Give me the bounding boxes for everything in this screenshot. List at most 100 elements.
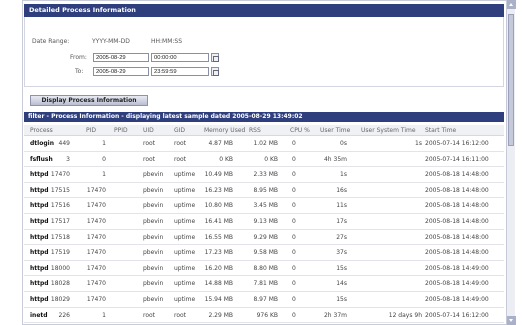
cell-user-time: 15s xyxy=(336,295,347,303)
table-row[interactable]: httpd 17515 17470 pbevin uptime 16.23 MB 8.95 … xyxy=(24,183,504,199)
cell-ppid: 17470 xyxy=(86,186,106,194)
cell-gid: uptime xyxy=(174,295,196,303)
col-start-time[interactable]: Start Time xyxy=(425,125,456,136)
col-gid[interactable]: GID xyxy=(174,125,185,136)
table-row[interactable]: httpd 17518 17470 pbevin uptime 16.55 MB 9.29 … xyxy=(24,230,504,246)
cell-gid: uptime xyxy=(174,217,196,225)
table-row[interactable]: httpd 17516 17470 pbevin uptime 10.80 MB 3.45 … xyxy=(24,198,504,214)
cell-uid: pbevin xyxy=(143,233,164,241)
cell-ppid: 17470 xyxy=(86,295,106,303)
cell-user-system-time: 12 days 9h xyxy=(388,311,422,319)
cell-gid: uptime xyxy=(174,171,196,179)
cell-uid: pbevin xyxy=(143,186,164,194)
cell-memory-used: 10.49 MB xyxy=(204,171,233,179)
cell-rss: 9.29 MB xyxy=(253,233,278,241)
cell-start-time: 2005-08-18 14:49:00 xyxy=(425,280,489,288)
col-uid[interactable]: UID xyxy=(143,125,154,136)
cell-process: httpd xyxy=(30,202,49,210)
cell-start-time: 2005-07-14 16:12:00 xyxy=(425,311,489,319)
cell-rss: 7.81 MB xyxy=(253,280,278,288)
panel-title: Detailed Process Information xyxy=(24,4,504,17)
cell-start-time: 2005-08-18 14:48:00 xyxy=(425,171,489,179)
time-format-hint: HH:MM:SS xyxy=(151,38,183,45)
cell-memory-used: 15.94 MB xyxy=(204,295,233,303)
cell-uid: pbevin xyxy=(143,264,164,272)
cell-memory-used: 17.23 MB xyxy=(204,249,233,257)
col-ppid[interactable]: PPID xyxy=(114,125,128,136)
cell-cpu: 0 xyxy=(292,186,296,194)
cell-process: httpd xyxy=(30,249,49,257)
cell-uid: root xyxy=(143,140,156,147)
cell-ppid: 1 xyxy=(102,171,106,179)
cell-memory-used: 16.23 MB xyxy=(204,186,233,194)
to-date-input[interactable] xyxy=(93,67,149,76)
cell-process: httpd xyxy=(30,280,49,288)
from-date-input[interactable] xyxy=(93,53,149,62)
from-time-input[interactable] xyxy=(151,53,209,62)
cell-user-time: 27s xyxy=(336,233,347,241)
cell-start-time: 2005-08-18 14:48:00 xyxy=(425,186,489,194)
cell-cpu: 0 xyxy=(292,202,296,210)
cell-cpu: 0 xyxy=(292,280,296,288)
cell-pid: 17517 xyxy=(50,217,70,225)
from-calendar-icon[interactable] xyxy=(211,53,219,62)
cell-ppid: 17470 xyxy=(86,202,106,210)
date-format-hint: YYYY-MM-DD xyxy=(92,38,130,45)
cell-ppid: 17470 xyxy=(86,233,106,241)
cell-uid: root xyxy=(143,155,156,163)
table-row[interactable]: httpd 17470 1 pbevin uptime 10.49 MB 2.33 MB 0 1… xyxy=(24,167,504,183)
cell-rss: 8.95 MB xyxy=(253,186,278,194)
date-range-section: Date Range: YYYY-MM-DD HH:MM:SS From: To… xyxy=(24,17,504,87)
vertical-scrollbar[interactable] xyxy=(506,0,516,325)
col-user-time[interactable]: User Time xyxy=(320,125,350,136)
cell-cpu: 0 xyxy=(292,140,296,147)
cell-rss: 8.97 MB xyxy=(253,295,278,303)
table-row[interactable]: inetd 226 1 root root 2.29 MB 976 KB 0 2h 37m 12 … xyxy=(24,308,504,324)
col-memory-used[interactable]: Memory Used xyxy=(204,125,245,136)
cell-pid: 18000 xyxy=(50,264,70,272)
cell-rss: 976 KB xyxy=(256,311,278,319)
cell-uid: root xyxy=(143,311,156,319)
to-time-input[interactable] xyxy=(151,67,209,76)
cell-uid: pbevin xyxy=(143,249,164,257)
cell-pid: 17470 xyxy=(50,171,70,179)
cell-process: inetd xyxy=(30,311,48,319)
scroll-thumb[interactable] xyxy=(508,14,514,146)
table-header: Process PID PPID UID GID Memory Used RSS… xyxy=(24,125,504,136)
cell-gid: uptime xyxy=(174,249,196,257)
col-cpu[interactable]: CPU % xyxy=(290,125,310,136)
arrow-down-icon xyxy=(509,319,513,322)
scroll-down-button[interactable] xyxy=(507,316,516,325)
col-process[interactable]: Process xyxy=(30,125,53,136)
table-row[interactable]: httpd 18028 17470 pbevin uptime 14.88 MB 7.81 … xyxy=(24,276,504,292)
table-row[interactable]: httpd 18029 17470 pbevin uptime 15.94 MB 8.97 … xyxy=(24,292,504,308)
table-row[interactable]: dtlogin 449 1 root root 4.87 MB 1.02 MB 0 0s 1s 20… xyxy=(24,136,504,152)
table-row[interactable]: httpd 17519 17470 pbevin uptime 17.23 MB 9.58 … xyxy=(24,245,504,261)
cell-cpu: 0 xyxy=(292,264,296,272)
cell-process: httpd xyxy=(30,264,49,272)
display-process-info-button[interactable]: Display Process Information xyxy=(30,95,148,106)
scroll-up-button[interactable] xyxy=(507,0,516,9)
cell-start-time: 2005-08-18 14:49:00 xyxy=(425,295,489,303)
cell-rss: 0 KB xyxy=(264,155,278,163)
cell-uid: pbevin xyxy=(143,171,164,179)
cell-gid: uptime xyxy=(174,233,196,241)
col-rss[interactable]: RSS xyxy=(249,125,261,136)
cell-pid: 17518 xyxy=(50,233,70,241)
cell-pid: 18029 xyxy=(50,295,70,303)
col-user-system-time[interactable]: User System Time xyxy=(361,125,416,136)
cell-start-time: 2005-08-18 14:48:00 xyxy=(425,202,489,210)
table-row[interactable]: httpd 18000 17470 pbevin uptime 16.20 MB 8.80 … xyxy=(24,261,504,277)
to-calendar-icon[interactable] xyxy=(211,67,219,76)
cell-memory-used: 14.88 MB xyxy=(204,280,233,288)
table-row[interactable]: httpd 17517 17470 pbevin uptime 16.41 MB 9.13 … xyxy=(24,214,504,230)
cell-memory-used: 10.80 MB xyxy=(204,202,233,210)
cell-process: httpd xyxy=(30,233,49,241)
cell-user-time: 37s xyxy=(336,249,347,257)
col-pid[interactable]: PID xyxy=(86,125,96,136)
process-table: dtlogin 449 1 root root 4.87 MB 1.02 MB 0 0s 1s 20… xyxy=(24,136,504,325)
table-row[interactable]: fsflush 3 0 root root 0 KB 0 KB 0 4h 35m 2005-07-… xyxy=(24,152,504,168)
cell-gid: uptime xyxy=(174,264,196,272)
cell-rss: 1.02 MB xyxy=(253,140,278,147)
cell-user-time: 11s xyxy=(336,202,347,210)
